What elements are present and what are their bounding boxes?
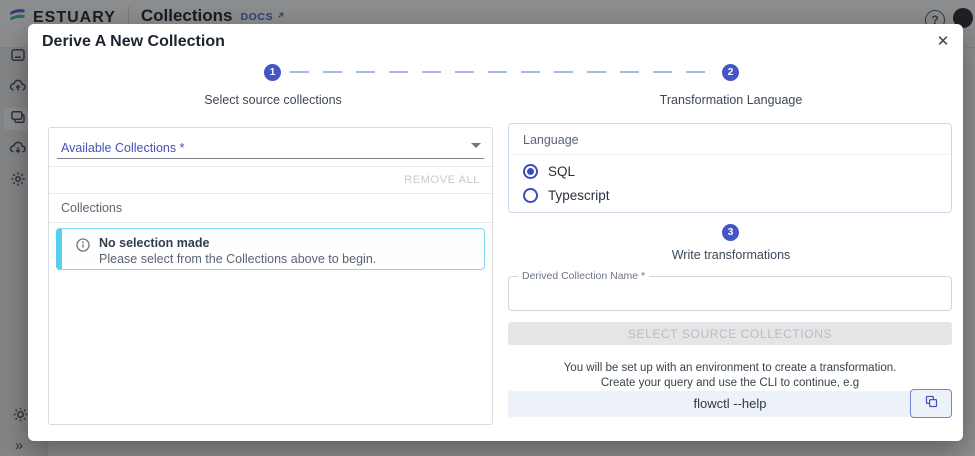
no-selection-alert: No selection made Please select from the… [56,228,485,270]
cli-help-text: You will be set up with an environment t… [508,361,952,391]
step-2-indicator: 2 [722,64,739,81]
step-3-indicator: 3 [722,224,739,241]
cli-command: flowctl --help [693,396,767,411]
step-2-label: Transformation Language [659,93,803,107]
stepper: 1 2 Select source collections Transforma… [28,60,963,122]
cli-command-block: flowctl --help [508,389,952,418]
language-header: Language [509,124,951,155]
step-3-label: Write transformations [671,248,791,262]
autocomplete-underline [57,158,484,159]
collections-list-header: Collections [61,201,123,215]
radio-typescript-label: Typescript [548,188,610,203]
remove-all-button[interactable]: REMOVE ALL [404,167,492,194]
alert-title: No selection made [99,236,210,250]
collections-list-header-row: Collections [49,194,492,223]
cli-help-line-2: Create your query and use the CLI to con… [600,377,860,389]
step-1-label: Select source collections [204,93,342,107]
derive-collection-modal: Derive A New Collection ✕ 1 2 Select sou… [28,24,963,441]
info-icon [75,237,91,258]
radio-option-typescript[interactable]: Typescript [509,188,951,203]
stepper-connector [290,71,714,73]
language-panel: Language SQL Typescript [508,123,952,213]
radio-option-sql[interactable]: SQL [509,164,951,179]
copy-button[interactable] [910,389,952,418]
app-root: » ESTUARY Collections DOCS ? Derive A Ne… [0,0,975,456]
available-collections-label: Available Collections * [61,141,185,155]
radio-selected-icon [523,164,538,179]
radio-sql-label: SQL [548,164,576,179]
selection-toolbar: REMOVE ALL [49,167,492,194]
close-icon[interactable]: ✕ [932,30,954,52]
source-collections-panel: Available Collections * REMOVE ALL Colle… [48,127,493,425]
step-1-indicator: 1 [264,64,281,81]
alert-message: Please select from the Collections above… [99,252,377,266]
copy-icon [924,394,939,414]
modal-title: Derive A New Collection [42,33,225,50]
select-source-collections-button[interactable]: SELECT SOURCE COLLECTIONS [508,322,952,345]
derived-collection-name-field: Derived Collection Name * [508,270,952,311]
radio-unselected-icon [523,188,538,203]
cli-help-line-1: You will be set up with an environment t… [563,362,897,374]
derived-collection-name-input[interactable] [517,281,943,306]
available-collections-autocomplete[interactable]: Available Collections * [49,128,492,167]
chevron-down-icon[interactable] [471,143,481,148]
